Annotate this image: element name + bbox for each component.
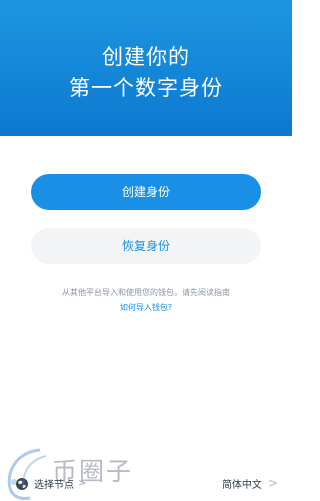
create-identity-button[interactable]: 创建身份 <box>31 174 261 210</box>
import-help: 从其他平台导入和使用您的钱包，请先阅读指南 如何导入钱包? <box>0 287 292 314</box>
chevron-right-icon: > <box>267 476 278 490</box>
import-help-text: 从其他平台导入和使用您的钱包，请先阅读指南 <box>62 288 230 297</box>
title-line-2: 第一个数字身份 <box>69 76 223 100</box>
node-label: 选择节点 <box>34 479 74 491</box>
page-title: 创建你的 第一个数字身份 <box>0 42 292 104</box>
import-wallet-link[interactable]: 如何导入钱包? <box>0 302 292 314</box>
language-label: 简体中文 <box>221 479 262 491</box>
bottom-bar: 选择节点 > 简体中文 > <box>0 464 292 501</box>
language-selector[interactable]: 简体中文 > <box>222 474 278 492</box>
header-banner: 创建你的 第一个数字身份 <box>0 0 292 136</box>
welcome-screen: 创建你的 第一个数字身份 创建身份 恢复身份 从其他平台导入和使用您的钱包，请先… <box>0 0 292 501</box>
restore-identity-button[interactable]: 恢复身份 <box>31 228 261 264</box>
title-line-1: 创建你的 <box>102 45 190 69</box>
node-selector[interactable]: 选择节点 > <box>15 474 86 492</box>
globe-icon <box>15 476 29 490</box>
node-arrow-icon: > <box>78 477 87 489</box>
